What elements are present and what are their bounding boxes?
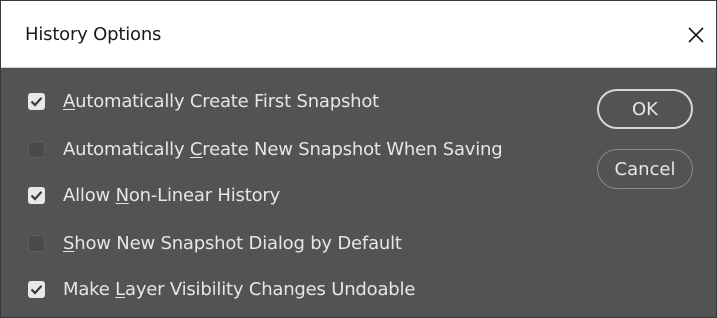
checkmark-icon <box>30 190 43 201</box>
checkmark-icon <box>30 284 43 295</box>
option-layer-visibility-undoable[interactable]: Make Layer Visibility Changes Undoable <box>28 275 415 303</box>
option-label: Make Layer Visibility Changes Undoable <box>63 278 416 300</box>
checkbox[interactable] <box>28 92 45 110</box>
checkbox[interactable] <box>28 140 45 158</box>
option-label: Automatically Create New Snapshot When S… <box>63 138 503 160</box>
option-show-snapshot-dialog[interactable]: Show New Snapshot Dialog by Default <box>28 229 402 257</box>
checkbox[interactable] <box>28 280 45 298</box>
option-label: Automatically Create First Snapshot <box>63 90 380 112</box>
option-auto-new-snapshot-saving[interactable]: Automatically Create New Snapshot When S… <box>28 135 503 163</box>
cancel-button[interactable]: Cancel <box>597 149 693 189</box>
history-options-dialog: History Options Automatically Create Fir… <box>0 0 717 318</box>
option-label: Show New Snapshot Dialog by Default <box>63 232 402 254</box>
dialog-body: Automatically Create First Snapshot Auto… <box>1 69 716 317</box>
checkmark-icon <box>30 96 43 107</box>
ok-button[interactable]: OK <box>597 89 693 129</box>
option-allow-non-linear-history[interactable]: Allow Non-Linear History <box>28 181 280 209</box>
title-bar: History Options <box>1 1 716 68</box>
checkbox[interactable] <box>28 186 45 204</box>
checkbox[interactable] <box>28 234 45 252</box>
option-label: Allow Non-Linear History <box>63 184 281 206</box>
option-auto-first-snapshot[interactable]: Automatically Create First Snapshot <box>28 87 379 115</box>
close-icon[interactable] <box>684 23 708 47</box>
dialog-title: History Options <box>25 24 162 45</box>
